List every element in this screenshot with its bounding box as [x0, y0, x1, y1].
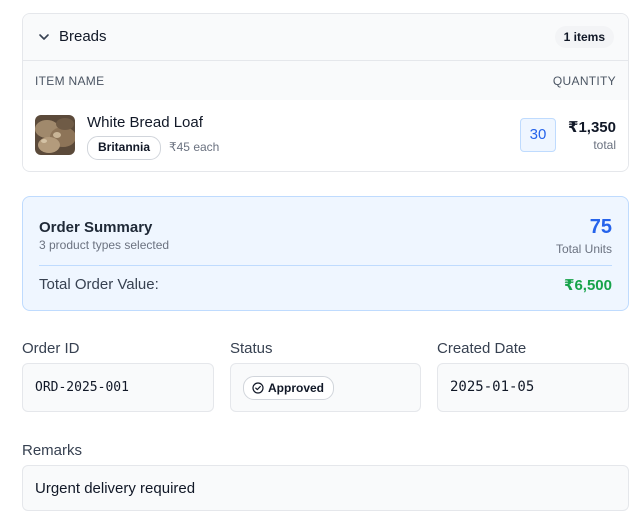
remarks-value: Urgent delivery required	[35, 480, 196, 497]
column-header-quantity: QUANTITY	[552, 74, 616, 88]
created-date-value: 2025-01-05	[450, 379, 535, 395]
check-circle-icon	[252, 382, 264, 394]
status-field: Approved	[230, 363, 421, 412]
total-order-value: ₹6,500	[564, 277, 612, 294]
bread-thumbnail	[35, 115, 75, 155]
total-order-value-label: Total Order Value:	[39, 276, 159, 293]
item-count-badge: 1 items	[554, 26, 614, 48]
category-title: Breads	[59, 28, 107, 45]
order-id-field: ORD-2025-001	[22, 363, 214, 412]
status-label: Status	[230, 340, 273, 357]
unit-price: ₹45 each	[169, 140, 220, 154]
total-units-label: Total Units	[555, 242, 612, 256]
order-summary-panel: Order Summary 3 product types selected 7…	[22, 196, 629, 311]
status-value: Approved	[268, 381, 325, 395]
line-total-label: total	[593, 138, 616, 152]
category-header[interactable]: Breads 1 items	[23, 14, 628, 61]
total-units-value: 75	[589, 216, 612, 238]
column-header-item-name: ITEM NAME	[35, 74, 105, 88]
created-date-field: 2025-01-05	[437, 363, 629, 412]
created-date-label: Created Date	[437, 340, 527, 357]
remarks-label: Remarks	[22, 442, 83, 459]
order-id-value: ORD-2025-001	[35, 380, 129, 395]
quantity-field[interactable]: 30	[520, 118, 556, 152]
remarks-field: Urgent delivery required	[22, 465, 629, 511]
line-total: ₹1,350	[568, 119, 616, 136]
item-name: White Bread Loaf	[87, 114, 203, 131]
status-badge: Approved	[243, 376, 335, 400]
table-header: ITEM NAME QUANTITY	[23, 61, 628, 100]
order-id-label: Order ID	[22, 340, 80, 357]
summary-divider	[39, 265, 612, 266]
category-card-breads: Breads 1 items ITEM NAME QUANTITY White …	[22, 13, 629, 172]
summary-subtitle: 3 product types selected	[39, 238, 170, 252]
table-row: White Bread Loaf Britannia ₹45 each 30 ₹…	[23, 100, 628, 170]
summary-title: Order Summary	[39, 219, 153, 236]
chevron-down-icon[interactable]	[37, 30, 51, 44]
brand-badge: Britannia	[87, 136, 162, 160]
